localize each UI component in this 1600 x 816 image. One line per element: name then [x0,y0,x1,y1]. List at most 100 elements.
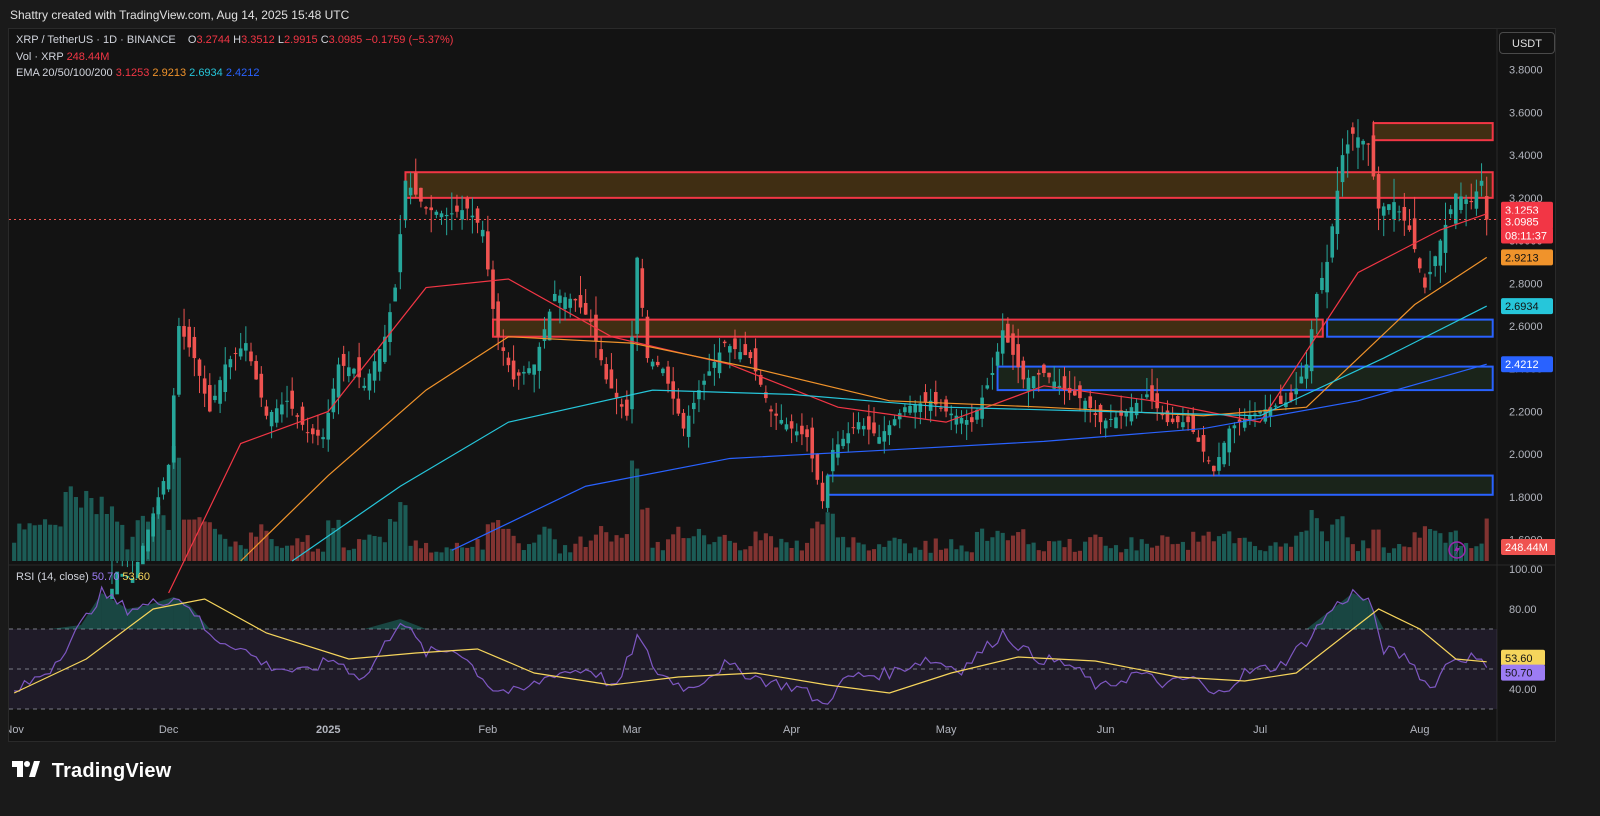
volume-bar [104,513,109,561]
volume-label[interactable]: Vol · XRP [16,51,64,63]
volume-bar [1402,546,1407,561]
candle-body [1253,413,1257,415]
candle-body [470,215,475,218]
candle-body [686,415,691,437]
candle-body [249,351,253,362]
candle-body [1006,323,1010,343]
candle-body [614,392,619,398]
candle-body [722,341,727,344]
rsi-label-value: 53.60 [1505,653,1533,665]
candle-body [748,352,753,359]
candle-body [1376,174,1381,209]
ema-label[interactable]: EMA 20/50/100/200 [16,67,113,79]
volume-bar [1005,540,1010,561]
candle-body [1479,180,1484,186]
volume-bar [279,547,284,561]
volume-bar [1278,546,1283,561]
price-axis-tick-label: 2.8000 [1509,278,1543,290]
price-axis-tick-label: 2.2000 [1509,406,1543,418]
volume-bar [532,542,537,561]
volume-bar [212,528,218,561]
volume-bar [1041,551,1046,561]
candle-body [589,319,593,322]
volume-bar [284,545,290,561]
candle-body [619,404,624,407]
symbol-name[interactable]: XRP / TetherUS · 1D · BINANCE [16,34,176,46]
currency-unit-button[interactable]: USDT [1499,32,1555,54]
volume-bar [1216,536,1222,561]
candle-body [1248,415,1252,420]
volume-bar [753,531,758,561]
volume-bar [1283,543,1288,561]
candle-body [1407,225,1412,230]
resistance-zone [491,318,1324,338]
volume-bar [799,550,804,561]
brand-name: TradingView [51,760,172,783]
candle-body [1356,137,1360,148]
candle-body [449,213,454,215]
candle-body [295,415,300,417]
candle-body [326,412,331,440]
volume-bar [861,544,866,561]
candle-body [846,433,851,444]
candle-body [1155,393,1159,409]
volume-bar [305,535,310,561]
candle-body [1428,271,1432,275]
tradingview-brand[interactable]: TradingView [12,760,171,784]
candle-body [882,431,887,442]
volume-bar [48,524,53,561]
volume-bar [475,539,480,561]
volume-bar [727,540,732,561]
volume-bar [1350,544,1355,561]
volume-bar [17,523,22,561]
volume-bar [341,547,346,561]
candle-body [903,407,907,413]
candle-body [177,326,181,395]
candle-body [419,187,423,202]
candle-body [1072,390,1077,396]
change-value: −0.1759 (−5.37%) [365,34,454,46]
candle-body [743,344,748,356]
volume-bar [393,521,398,561]
candle-body [712,361,717,368]
candle-body [547,311,552,341]
candle-body [691,402,696,410]
low-value: 2.9915 [283,34,318,46]
volume-bar [94,514,99,561]
volume-bar [722,534,727,561]
candle-body [1222,442,1226,465]
volume-bar [629,460,635,561]
chart-container[interactable]: 3.80003.60003.40003.20003.00002.80002.60… [8,28,1556,742]
volume-bar [1299,531,1304,561]
candle-body [434,211,439,215]
volume-bar [635,468,640,561]
candle-body [465,198,470,209]
volume-bar [1052,541,1057,561]
volume-bar [1247,541,1252,561]
volume-bar [1021,529,1026,561]
volume-bar [707,544,712,561]
volume-bar [269,539,274,561]
candle-body [187,326,192,348]
candle-body [208,385,212,412]
candle-body [1299,376,1304,384]
chart-canvas[interactable]: 3.80003.60003.40003.20003.00002.80002.60… [9,29,1555,741]
volume-bar [990,537,995,561]
rsi-legend: RSI (14, close) 50.70 53.60 [16,571,150,583]
volume-bar [964,551,969,561]
volume-bar [1175,543,1180,561]
volume-bar [1201,535,1206,561]
volume-bar [537,534,542,561]
resistance-zone [1372,122,1494,142]
volume-bar [403,505,408,561]
high-value: 3.3512 [241,34,275,46]
volume-bar [599,526,604,561]
rsi-label[interactable]: RSI (14, close) [16,571,89,583]
volume-bar [1149,547,1155,561]
candle-body [892,419,897,426]
candle-body [944,399,948,412]
volume-bar [660,550,665,561]
volume-bar [377,536,382,561]
candle-body [161,481,166,495]
time-axis-tick-label: Nov [9,724,24,736]
